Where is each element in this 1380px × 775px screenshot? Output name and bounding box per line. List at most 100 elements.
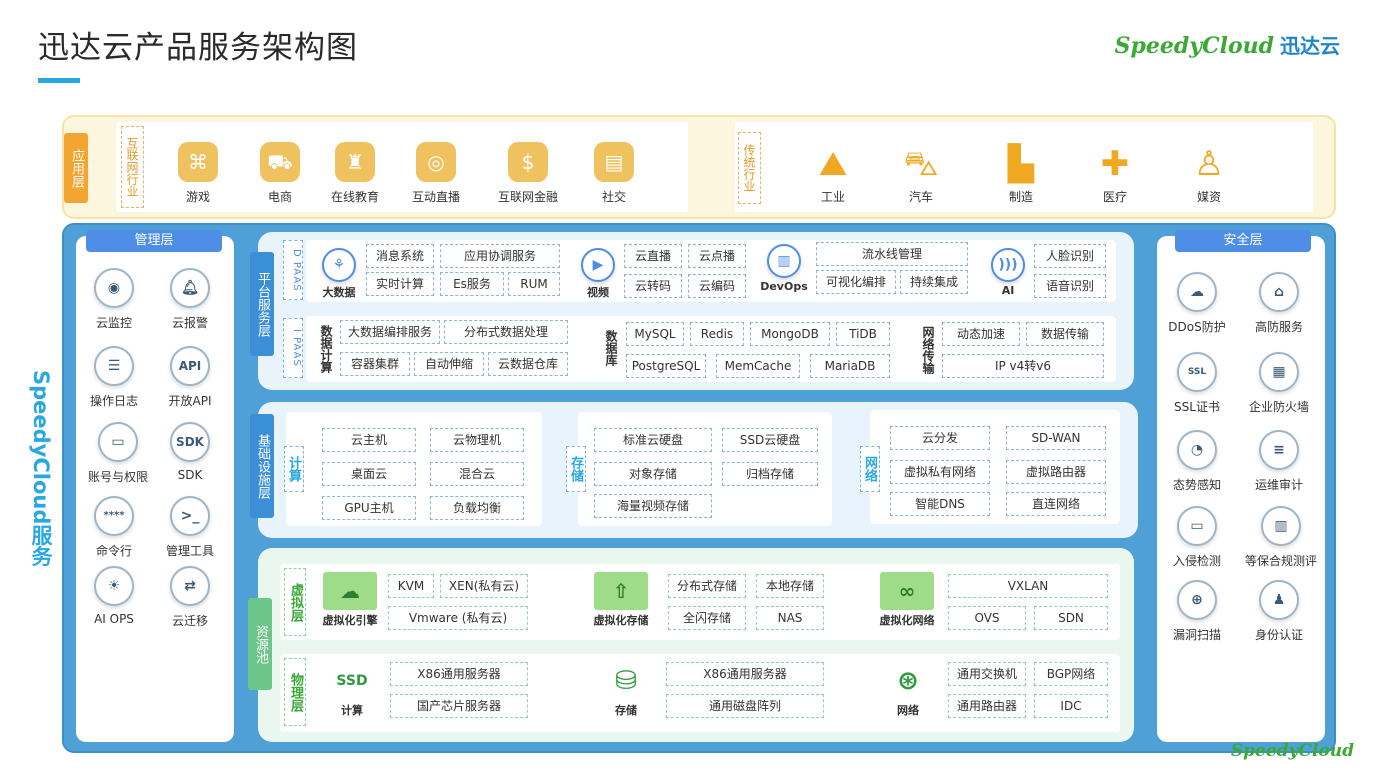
svc-direct[interactable]: 直连网络: [1006, 492, 1106, 516]
cart-icon: ⛟: [260, 142, 300, 182]
db-mariadb[interactable]: MariaDB: [810, 354, 890, 378]
svc-std-disk[interactable]: 标准云硬盘: [594, 428, 712, 452]
svc-accel[interactable]: 动态加速: [942, 322, 1020, 346]
svc-ipv6[interactable]: IP v4转v6: [942, 354, 1104, 378]
security-title: 安全层: [1175, 230, 1311, 252]
svc-voice[interactable]: 语音识别: [1034, 274, 1106, 298]
globe-icon: ◎: [416, 142, 456, 182]
side-title: SpeedyCloud服务: [29, 370, 53, 567]
app-education: ♜ 在线教育: [323, 142, 387, 205]
svc-vpc[interactable]: 虚拟私有网络: [890, 460, 990, 484]
svc-message[interactable]: 消息系统: [366, 244, 434, 268]
v-storage-group: ⇧ 虚拟化存储: [588, 572, 654, 628]
res-ovs[interactable]: OVS: [948, 606, 1026, 630]
res-vmware[interactable]: Vmware (私有云): [388, 606, 528, 630]
db-mysql[interactable]: MySQL: [626, 322, 684, 346]
res-local[interactable]: 本地存储: [756, 574, 824, 598]
svc-ssd-disk[interactable]: SSD云硬盘: [722, 428, 818, 452]
svc-cdn[interactable]: 云分发: [890, 426, 990, 450]
mgmt-alarm: 🔔︎ 云报警: [156, 268, 224, 331]
svc-es[interactable]: Es服务: [440, 272, 504, 296]
res-allflash[interactable]: 全闪存储: [668, 606, 746, 630]
svc-face[interactable]: 人脸识别: [1034, 244, 1106, 268]
svc-visual[interactable]: 可视化编排: [816, 270, 896, 294]
svc-desktop[interactable]: 桌面云: [322, 462, 416, 486]
svc-encode[interactable]: 云编码: [688, 274, 746, 298]
res-bgp[interactable]: BGP网络: [1034, 662, 1108, 686]
svc-distributed[interactable]: 分布式数据处理: [444, 320, 568, 344]
ssd-icon: SSD: [336, 673, 368, 689]
res-x86-compute[interactable]: X86通用服务器: [390, 662, 528, 686]
svc-coord[interactable]: 应用协调服务: [440, 244, 560, 268]
svc-cvm[interactable]: 云主机: [322, 428, 416, 452]
svc-gpu[interactable]: GPU主机: [322, 496, 416, 520]
factory-icon: ⛰: [818, 144, 848, 184]
ipaas-tag: I PAAS: [283, 318, 303, 378]
mgmt-account: ▭ 账号与权限: [80, 422, 156, 485]
res-kvm[interactable]: KVM: [388, 574, 434, 598]
res-disk-array[interactable]: 通用磁盘阵列: [666, 694, 824, 718]
svc-lb[interactable]: 负载均衡: [430, 496, 524, 520]
svc-vod[interactable]: 云点播: [688, 244, 746, 268]
res-switch[interactable]: 通用交换机: [948, 662, 1026, 686]
shield-cloud-icon: ☁: [1177, 272, 1217, 312]
app-game: ⌘ 游戏: [166, 142, 230, 205]
svc-object[interactable]: 对象存储: [594, 462, 712, 486]
svc-ci[interactable]: 持续集成: [900, 270, 968, 294]
sec-identity: ♟ 身份认证: [1245, 580, 1313, 643]
res-xen[interactable]: XEN(私有云): [440, 574, 528, 598]
terminal-icon: >_: [170, 496, 210, 536]
traditional-industry-box: 传统行业 ⛰ 工业 ⛍ 汽车 ▙ 制造 ✚ 医疗 ♙ 媒资: [735, 122, 1313, 212]
res-sdn[interactable]: SDN: [1034, 606, 1108, 630]
svc-realtime[interactable]: 实时计算: [366, 272, 434, 296]
svc-bigdata-orch[interactable]: 大数据编排服务: [340, 320, 440, 344]
res-distributed[interactable]: 分布式存储: [668, 574, 746, 598]
res-x86-storage[interactable]: X86通用服务器: [666, 662, 824, 686]
svc-sdwan[interactable]: SD-WAN: [1006, 426, 1106, 450]
res-domestic-chip[interactable]: 国产芯片服务器: [390, 694, 528, 718]
svc-vrouter[interactable]: 虚拟路由器: [1006, 460, 1106, 484]
tshirt-icon: ♙: [1193, 144, 1225, 184]
physical-label: 物理层: [284, 658, 306, 726]
app-social: ▤ 社交: [582, 142, 646, 205]
db-postgresql[interactable]: PostgreSQL: [626, 354, 706, 378]
svc-rum[interactable]: RUM: [508, 272, 560, 296]
sec-situation: ◔ 态势感知: [1163, 430, 1231, 493]
svc-live[interactable]: 云直播: [624, 244, 682, 268]
db-memcache[interactable]: MemCache: [716, 354, 800, 378]
db-tidb[interactable]: TiDB: [836, 322, 890, 346]
globe-network-icon: ⊛: [897, 666, 919, 696]
svc-video-storage[interactable]: 海量视频存储: [594, 494, 712, 518]
db-mongodb[interactable]: MongoDB: [750, 322, 830, 346]
page-title: 迅达云产品服务架构图: [38, 30, 358, 66]
svc-bare[interactable]: 云物理机: [430, 428, 524, 452]
res-nas[interactable]: NAS: [756, 606, 824, 630]
sec-highdef: ⌂ 高防服务: [1245, 272, 1313, 335]
db-redis[interactable]: Redis: [690, 322, 744, 346]
sec-compliance: ▥ 等保合规测评: [1239, 506, 1323, 569]
app-industry: ⛰ 工业: [801, 146, 865, 205]
res-idc[interactable]: IDC: [1034, 694, 1108, 718]
api-icon: API: [170, 346, 210, 386]
gamepad-icon: ⌘: [178, 142, 218, 182]
pipeline-icon: ▥: [767, 244, 801, 278]
svc-container[interactable]: 容器集群: [340, 352, 410, 376]
lock-cloud-icon: ⌂: [1259, 272, 1299, 312]
res-vxlan[interactable]: VXLAN: [948, 574, 1108, 598]
svc-archive[interactable]: 归档存储: [722, 462, 818, 486]
cloud-link-icon: ∞: [880, 572, 934, 610]
gauge-icon: ◔: [1177, 430, 1217, 470]
sec-firewall: ▦ 企业防火墙: [1239, 352, 1319, 415]
svc-transfer[interactable]: 数据传输: [1026, 322, 1104, 346]
ai-group: ))) AI: [988, 248, 1028, 297]
svc-dns[interactable]: 智能DNS: [890, 492, 990, 516]
brand-logo: SpeedyCloud 迅达云: [1115, 30, 1340, 59]
svc-dw[interactable]: 云数据仓库: [488, 352, 568, 376]
p-network-group: ⊛ 网络: [886, 662, 930, 718]
svc-transcode[interactable]: 云转码: [624, 274, 682, 298]
svc-autoscale[interactable]: 自动伸缩: [414, 352, 484, 376]
res-router[interactable]: 通用路由器: [948, 694, 1026, 718]
svc-pipeline[interactable]: 流水线管理: [816, 242, 968, 266]
sec-intrusion: ▭ 入侵检测: [1163, 506, 1231, 569]
svc-hybrid[interactable]: 混合云: [430, 462, 524, 486]
